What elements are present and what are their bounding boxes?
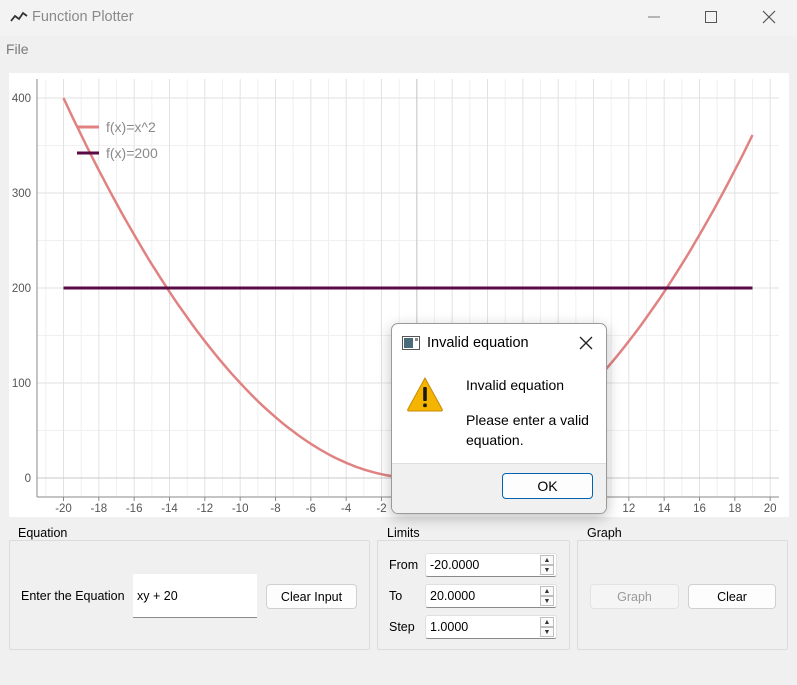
legend-label-0: f(x)=x^2: [106, 119, 156, 135]
close-icon[interactable]: [576, 333, 596, 353]
warning-icon: [407, 376, 443, 412]
x-tick-label: 16: [693, 503, 706, 515]
x-tick-label: -20: [55, 503, 72, 515]
clear-button-label: Clear: [717, 589, 747, 604]
ok-button[interactable]: OK: [502, 473, 593, 499]
x-tick-label: 20: [764, 503, 777, 515]
to-spinbox[interactable]: 20.0000 ▲ ▼: [425, 584, 557, 608]
menu-file[interactable]: File: [6, 41, 29, 57]
x-tick-label: -4: [341, 503, 352, 515]
legend-label-1: f(x)=200: [106, 145, 158, 161]
step-label: Step: [389, 620, 415, 634]
x-tick-label: -12: [197, 503, 214, 515]
minimize-button[interactable]: [631, 0, 677, 34]
y-tick-label: 0: [25, 473, 31, 485]
maximize-icon: [705, 11, 717, 23]
x-tick-label: -6: [306, 503, 316, 515]
graph-group-title: Graph: [585, 526, 624, 540]
to-up-arrow-icon[interactable]: ▲: [540, 586, 554, 596]
y-tick-label: 400: [12, 93, 31, 105]
x-tick-label: 14: [658, 503, 671, 515]
x-tick-label: -10: [232, 503, 249, 515]
line-chart-icon: [10, 11, 28, 22]
x-tick-label: -8: [270, 503, 280, 515]
close-icon: [762, 10, 776, 24]
step-up-arrow-icon[interactable]: ▲: [540, 617, 554, 627]
clear-input-button[interactable]: Clear Input: [266, 584, 357, 609]
from-up-arrow-icon[interactable]: ▲: [540, 555, 554, 565]
to-value: 20.0000: [430, 589, 476, 603]
x-tick-label: 18: [728, 503, 741, 515]
graph-button[interactable]: Graph: [590, 584, 679, 609]
dialog-window-icon: [402, 336, 420, 350]
clear-input-label: Clear Input: [280, 589, 343, 604]
x-tick-label: 12: [622, 503, 635, 515]
dialog-message: Please enter a valid equation.: [466, 412, 589, 448]
step-spinbox[interactable]: 1.0000 ▲ ▼: [425, 615, 557, 639]
equation-label: Enter the Equation: [21, 589, 125, 603]
y-tick-label: 100: [12, 378, 31, 390]
y-tick-label: 300: [12, 188, 31, 200]
limits-group-title: Limits: [385, 526, 422, 540]
from-label: From: [389, 558, 419, 572]
minimize-icon: [648, 16, 660, 18]
clear-button[interactable]: Clear: [688, 584, 776, 609]
graph-button-label: Graph: [617, 589, 652, 604]
step-value: 1.0000: [430, 620, 469, 634]
from-value: -20.0000: [430, 558, 480, 572]
from-spinbox[interactable]: -20.0000 ▲ ▼: [425, 553, 557, 577]
equation-input[interactable]: xy + 20: [133, 574, 257, 618]
x-tick-label: -2: [376, 503, 386, 515]
x-tick-label: -14: [161, 503, 178, 515]
title-bar: Function Plotter: [0, 0, 797, 36]
step-down-arrow-icon[interactable]: ▼: [540, 627, 554, 637]
ok-button-label: OK: [537, 478, 558, 494]
to-down-arrow-icon[interactable]: ▼: [540, 596, 554, 606]
menu-bar: File: [0, 36, 797, 62]
y-tick-label: 200: [12, 283, 31, 295]
dialog-heading: Invalid equation: [466, 377, 565, 393]
dialog-footer: OK: [392, 463, 606, 513]
dialog-title: Invalid equation: [427, 335, 529, 351]
x-tick-label: -16: [126, 503, 143, 515]
close-button[interactable]: [746, 0, 792, 34]
to-label: To: [389, 589, 403, 603]
equation-input-value: xy + 20: [137, 588, 178, 603]
window-title: Function Plotter: [32, 9, 134, 25]
equation-group-title: Equation: [16, 526, 70, 540]
x-tick-label: -18: [91, 503, 108, 515]
from-down-arrow-icon[interactable]: ▼: [540, 565, 554, 575]
maximize-button[interactable]: [688, 0, 734, 34]
invalid-equation-dialog: Invalid equation Invalid equation Please…: [391, 323, 607, 514]
